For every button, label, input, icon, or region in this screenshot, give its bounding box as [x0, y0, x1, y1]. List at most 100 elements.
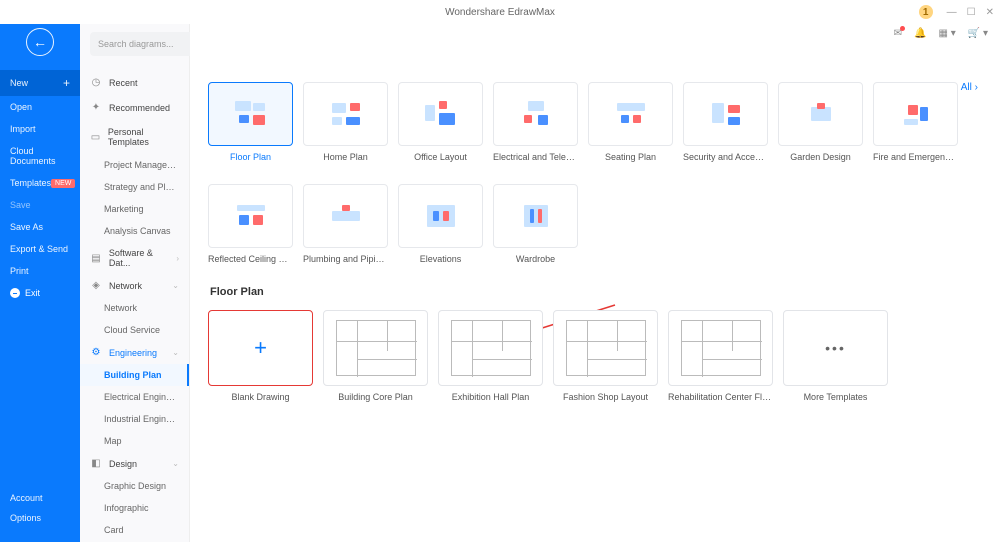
engineering-icon: ⚙	[90, 347, 102, 358]
cat-design[interactable]: ◧Design⌄	[80, 452, 189, 475]
all-link[interactable]: All ›	[961, 82, 978, 93]
category-thumb	[778, 82, 863, 146]
category-label: Garden Design	[778, 152, 863, 162]
cat-strategy[interactable]: Strategy and Planni...	[80, 176, 189, 198]
cat-map[interactable]: Map	[80, 430, 189, 452]
nav-new[interactable]: New+	[0, 70, 80, 96]
cat-engineering[interactable]: ⚙Engineering⌄	[80, 341, 189, 364]
cat-software[interactable]: ▤Software & Dat...›	[80, 242, 189, 274]
category-card[interactable]: Office Layout	[398, 82, 483, 162]
template-card[interactable]: Building Core Plan	[323, 310, 428, 402]
template-label: More Templates	[783, 392, 888, 402]
nav-print[interactable]: Print	[0, 260, 80, 282]
category-cards-row2: Reflected Ceiling Plan Plumbing and Pipi…	[208, 184, 982, 264]
category-label: Floor Plan	[208, 152, 293, 162]
template-card[interactable]: Rehabilitation Center Floor Pl...	[668, 310, 773, 402]
category-label: Reflected Ceiling Plan	[208, 254, 293, 264]
nav-import[interactable]: Import	[0, 118, 80, 140]
nav-exit[interactable]: Exit	[0, 282, 80, 304]
category-label: Electrical and Telecom...	[493, 152, 578, 162]
cat-building-plan[interactable]: Building Plan	[80, 364, 189, 386]
template-label: Building Core Plan	[323, 392, 428, 402]
category-cards-row1: Floor Plan Home Plan Office Layout Elect…	[208, 82, 982, 162]
left-sidebar: ← New+ Open Import Cloud Documents Templ…	[0, 24, 80, 542]
category-card[interactable]: Fire and Emergency Pl...	[873, 82, 958, 162]
nav-open[interactable]: Open	[0, 96, 80, 118]
category-label: Fire and Emergency Pl...	[873, 152, 958, 162]
category-label: Plumbing and Piping ...	[303, 254, 388, 264]
cat-cloud-service[interactable]: Cloud Service	[80, 319, 189, 341]
chevron-down-icon: ⌄	[172, 348, 179, 357]
cat-graphic-design[interactable]: Graphic Design	[80, 475, 189, 497]
template-thumb	[438, 310, 543, 386]
category-thumb	[303, 184, 388, 248]
category-label: Office Layout	[398, 152, 483, 162]
bell-icon[interactable]: 🔔	[914, 28, 926, 39]
category-thumb	[208, 184, 293, 248]
category-card[interactable]: Security and Access Pl...	[683, 82, 768, 162]
cat-industrial-engineering[interactable]: Industrial Engineeri...	[80, 408, 189, 430]
template-label: Fashion Shop Layout	[553, 392, 658, 402]
back-button[interactable]: ←	[26, 28, 54, 56]
window-maximize-icon[interactable]: ☐	[967, 7, 976, 18]
cat-marketing[interactable]: Marketing	[80, 198, 189, 220]
nav-save[interactable]: Save	[0, 194, 80, 216]
top-toolbar: ✉ 🔔 ▦ ▾ 🛒 ▾	[894, 22, 1000, 44]
nav-cloud-documents[interactable]: Cloud Documents	[0, 140, 80, 172]
cat-analysis[interactable]: Analysis Canvas	[80, 220, 189, 242]
category-label: Seating Plan	[588, 152, 673, 162]
clock-icon: ◷	[90, 77, 102, 88]
nav-export-send[interactable]: Export & Send	[0, 238, 80, 260]
category-thumb	[588, 82, 673, 146]
category-card[interactable]: Wardrobe	[493, 184, 578, 264]
template-card[interactable]: Exhibition Hall Plan	[438, 310, 543, 402]
cat-network[interactable]: ◈Network⌄	[80, 274, 189, 297]
cat-infographic[interactable]: Infographic	[80, 497, 189, 519]
template-thumb	[323, 310, 428, 386]
design-icon: ◧	[90, 458, 102, 469]
cat-card[interactable]: Card	[80, 519, 189, 541]
template-thumb: +	[208, 310, 313, 386]
category-card[interactable]: Plumbing and Piping ...	[303, 184, 388, 264]
notification-badge[interactable]: 1	[919, 5, 933, 19]
nav-templates[interactable]: TemplatesNEW	[0, 172, 80, 194]
template-label: Blank Drawing	[208, 392, 313, 402]
software-icon: ▤	[90, 253, 102, 264]
cart-icon[interactable]: 🛒 ▾	[968, 28, 988, 39]
category-card[interactable]: Garden Design	[778, 82, 863, 162]
cat-project-management[interactable]: Project Management	[80, 154, 189, 176]
category-sidebar: Search diagrams... ⌕ ◷Recent ✦Recommende…	[80, 24, 190, 542]
cat-recent[interactable]: ◷Recent	[80, 70, 189, 95]
nav-account[interactable]: Account	[0, 488, 80, 508]
exit-icon	[10, 288, 20, 298]
nav-save-as[interactable]: Save As	[0, 216, 80, 238]
cat-recommended[interactable]: ✦Recommended	[80, 95, 189, 120]
category-label: Home Plan	[303, 152, 388, 162]
category-thumb	[303, 82, 388, 146]
cat-personal-templates[interactable]: ▭Personal Templates	[80, 120, 189, 154]
category-thumb	[398, 82, 483, 146]
category-label: Wardrobe	[493, 254, 578, 264]
grid-icon[interactable]: ▦ ▾	[938, 28, 955, 39]
category-card[interactable]: Seating Plan	[588, 82, 673, 162]
category-card[interactable]: Home Plan	[303, 82, 388, 162]
category-card[interactable]: Floor Plan	[208, 82, 293, 162]
template-card[interactable]: ••• More Templates	[783, 310, 888, 402]
template-card[interactable]: + Blank Drawing	[208, 310, 313, 402]
category-card[interactable]: Elevations	[398, 184, 483, 264]
category-card[interactable]: Reflected Ceiling Plan	[208, 184, 293, 264]
window-minimize-icon[interactable]: —	[947, 7, 957, 18]
nav-options[interactable]: Options	[0, 508, 80, 528]
window-close-icon[interactable]: ✕	[986, 7, 994, 18]
template-thumb	[668, 310, 773, 386]
title-bar: Wondershare EdrawMax 1 — ☐ ✕	[0, 0, 1000, 24]
cat-network-sub[interactable]: Network	[80, 297, 189, 319]
template-thumb: •••	[783, 310, 888, 386]
chevron-down-icon: ⌄	[172, 459, 179, 468]
new-badge: NEW	[51, 179, 75, 188]
template-cards: + Blank Drawing Building Core Plan Exhib…	[208, 310, 982, 402]
messages-icon[interactable]: ✉	[894, 28, 902, 39]
template-card[interactable]: Fashion Shop Layout	[553, 310, 658, 402]
category-card[interactable]: Electrical and Telecom...	[493, 82, 578, 162]
cat-electrical-engineering[interactable]: Electrical Engineering	[80, 386, 189, 408]
